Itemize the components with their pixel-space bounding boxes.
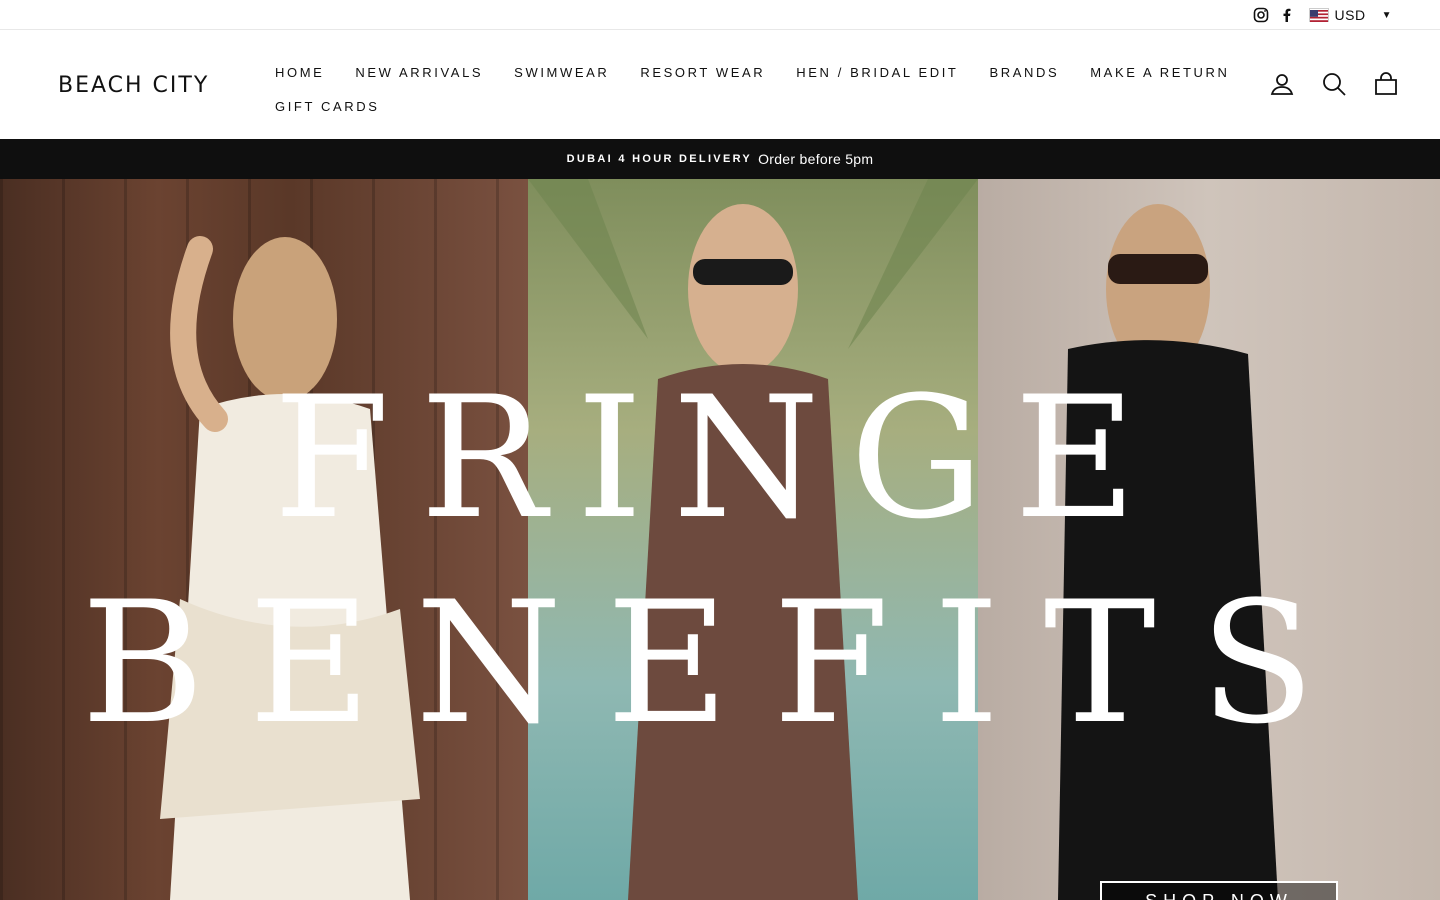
announcement-bar[interactable]: DUBAI 4 HOUR DELIVERY Order before 5pm bbox=[0, 139, 1440, 179]
account-icon[interactable] bbox=[1270, 71, 1294, 97]
announcement-text: Order before 5pm bbox=[758, 151, 874, 167]
cart-icon[interactable] bbox=[1374, 71, 1398, 97]
nav-gift-cards[interactable]: GIFT CARDS bbox=[275, 99, 380, 114]
currency-selector[interactable]: USD ▼ bbox=[1308, 7, 1392, 23]
nav-make-a-return[interactable]: MAKE A RETURN bbox=[1090, 65, 1229, 80]
hero-heading-line-2: BENEFITS bbox=[81, 565, 1359, 761]
nav-hen-bridal-edit[interactable]: HEN / BRIDAL EDIT bbox=[796, 65, 958, 80]
nav-brands[interactable]: BRANDS bbox=[989, 65, 1059, 80]
nav-new-arrivals[interactable]: NEW ARRIVALS bbox=[355, 65, 483, 80]
currency-code: USD bbox=[1334, 7, 1366, 23]
nav-resort-wear[interactable]: RESORT WEAR bbox=[640, 65, 765, 80]
us-flag-icon bbox=[1308, 8, 1329, 22]
search-icon[interactable] bbox=[1322, 71, 1346, 97]
utility-links: USD ▼ bbox=[1253, 0, 1392, 30]
main-nav: HOME NEW ARRIVALS SWIMWEAR RESORT WEAR H… bbox=[275, 55, 1227, 123]
nav-swimwear[interactable]: SWIMWEAR bbox=[514, 65, 609, 80]
brand-logo[interactable]: BEACH CITY bbox=[58, 73, 209, 98]
instagram-icon[interactable] bbox=[1253, 7, 1269, 23]
shop-now-button[interactable]: SHOP NOW bbox=[1100, 881, 1338, 900]
announcement-highlight: DUBAI 4 HOUR DELIVERY bbox=[566, 153, 753, 165]
hero-banner[interactable]: FRINGE BENEFITS SHOP NOW bbox=[0, 179, 1440, 900]
site-header: BEACH CITY HOME NEW ARRIVALS SWIMWEAR RE… bbox=[0, 31, 1440, 139]
nav-home[interactable]: HOME bbox=[275, 65, 324, 80]
header-actions bbox=[1270, 71, 1398, 97]
nav-row-2: GIFT CARDS bbox=[275, 89, 1175, 123]
nav-row-1: HOME NEW ARRIVALS SWIMWEAR RESORT WEAR H… bbox=[275, 55, 1227, 89]
hero-heading-line-1: FRINGE bbox=[273, 360, 1167, 556]
utility-bar: USD ▼ bbox=[0, 0, 1440, 30]
chevron-down-icon: ▼ bbox=[1381, 9, 1392, 21]
facebook-icon[interactable] bbox=[1279, 7, 1295, 23]
